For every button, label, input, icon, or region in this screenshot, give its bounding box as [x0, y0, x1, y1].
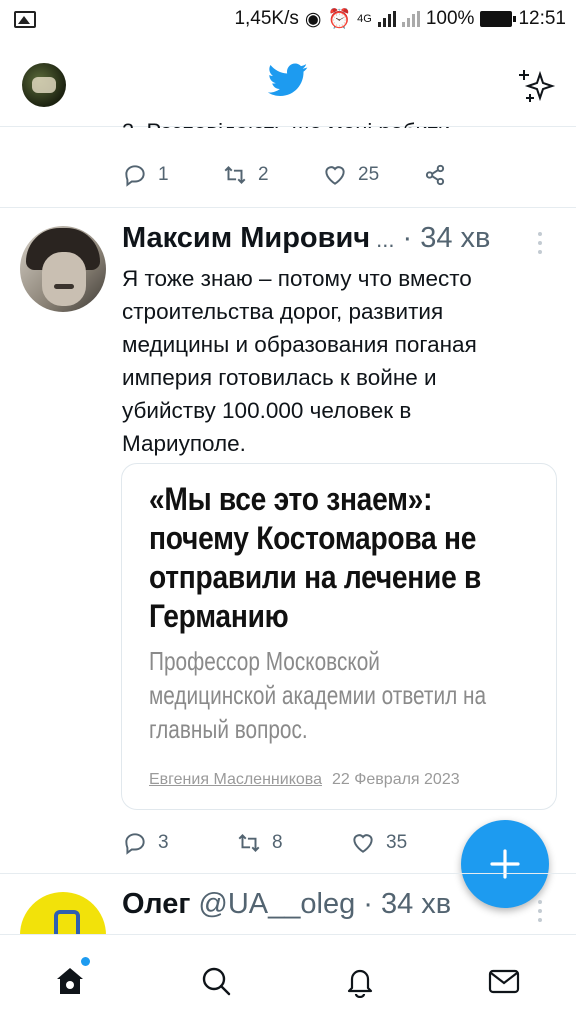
like-button[interactable]: 35: [350, 830, 464, 856]
card-description: Профессор Московской медицинской академи…: [149, 646, 487, 744]
gallery-notification-icon: [14, 10, 36, 28]
reply-icon: [125, 165, 145, 187]
author-avatar[interactable]: [20, 226, 106, 312]
prev-tweet-text: 3. Розповідають що мені робити.: [122, 112, 562, 128]
nav-search[interactable]: [196, 961, 236, 1001]
retweet-button[interactable]: 8: [236, 830, 350, 856]
network-type: 4G: [357, 13, 372, 25]
more-options-icon[interactable]: [538, 232, 544, 254]
battery-icon: [480, 11, 517, 27]
card-date: 22 Февраля 2023: [331, 771, 460, 788]
twitter-bird-icon[interactable]: [268, 63, 308, 97]
reply-button[interactable]: 3: [122, 830, 236, 856]
status-bar: 1,45K/s ◉ ⏰ 4G 100% 12:51: [0, 0, 576, 38]
heart-icon: [353, 834, 373, 853]
more-options-icon[interactable]: [538, 900, 544, 922]
next-author-handle[interactable]: @UA__oleg: [198, 888, 355, 921]
home-icon: [57, 968, 83, 994]
card-meta: Евгения Масленникова 22 Февраля 2023: [149, 771, 460, 789]
like-count: 35: [386, 832, 408, 853]
profile-avatar-button[interactable]: [22, 63, 66, 107]
network-speed: 1,45K/s: [234, 8, 299, 29]
top-app-bar: [0, 50, 576, 120]
nav-home[interactable]: [50, 957, 90, 1001]
share-button[interactable]: [422, 162, 522, 188]
clock: 12:51: [518, 8, 566, 29]
reply-count: 3: [158, 832, 169, 853]
author-handle[interactable]: ...: [376, 227, 394, 253]
author-name[interactable]: Максим Мирович: [122, 222, 370, 255]
reply-button[interactable]: 1: [122, 162, 222, 188]
tweet-separator: [0, 207, 576, 208]
sparkle-icon[interactable]: [516, 64, 556, 104]
nav-notifications[interactable]: [340, 961, 380, 1001]
heart-icon: [325, 166, 345, 185]
bell-icon: [347, 969, 373, 998]
next-author-name[interactable]: Олег: [122, 888, 190, 921]
bottom-navigation: [0, 934, 576, 1024]
signal-2-icon: [401, 11, 420, 27]
hotspot-icon: ◉: [304, 8, 322, 30]
tweet-time: · 34 хв: [402, 222, 491, 254]
retweet-button[interactable]: 2: [222, 162, 322, 188]
plus-icon: [490, 849, 520, 879]
retweet-icon: [238, 834, 260, 852]
compose-tweet-button[interactable]: [461, 820, 549, 908]
link-card[interactable]: «Мы все это знаем»: почему Костомарова н…: [121, 463, 557, 810]
retweet-icon: [224, 166, 246, 184]
home-notification-dot: [81, 957, 90, 966]
nav-messages[interactable]: [484, 961, 524, 1001]
tweet-separator: [0, 873, 576, 874]
reply-count: 1: [158, 164, 169, 185]
card-title: «Мы все это знаем»: почему Костомарова н…: [149, 481, 482, 634]
battery-percent: 100%: [425, 8, 475, 29]
next-tweet-time: · 34 хв: [363, 888, 452, 920]
tweet-header: Максим Мирович ... · 34 хв: [122, 222, 562, 262]
prev-tweet-actions: 1 2 25: [122, 160, 522, 190]
retweet-count: 2: [258, 164, 269, 185]
signal-icon: [377, 11, 396, 27]
mail-icon: [488, 969, 520, 994]
card-author: Евгения Масленникова: [149, 771, 322, 788]
retweet-count: 8: [272, 832, 283, 853]
like-count: 25: [358, 164, 380, 185]
alarm-icon: ⏰: [327, 9, 352, 30]
reply-icon: [125, 833, 145, 855]
next-tweet-header: Олег @UA__oleg · 34 хв: [122, 888, 451, 928]
share-icon: [425, 164, 445, 186]
like-button[interactable]: 25: [322, 162, 422, 188]
tweet-text: Я тоже знаю – потому что вместо строител…: [122, 266, 477, 456]
search-icon: [202, 967, 231, 996]
